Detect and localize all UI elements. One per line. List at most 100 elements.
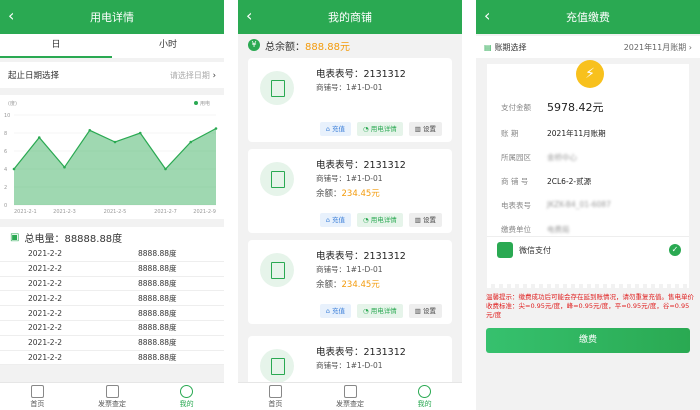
field-value-amount: 5978.42元 xyxy=(547,101,604,114)
recharge-button[interactable]: ⌂ 充值 xyxy=(319,122,352,136)
yen-icon: ¥ xyxy=(248,39,260,51)
header: ‹ 用电详情 xyxy=(0,0,224,34)
field-label-unit: 缴费单位 xyxy=(501,225,531,234)
data-point xyxy=(189,140,193,144)
screen-recharge: ‹ 充值缴费 ▤ 账期选择 2021年11月账期 › ⚡ 支付金额 5978.42… xyxy=(476,0,700,410)
tabbar-invoice-label: 发票查定 xyxy=(98,399,126,408)
usage-detail-button[interactable]: ◔ 用电详情 xyxy=(357,122,403,136)
tabbar-invoice[interactable]: 发票查定 xyxy=(75,383,150,410)
shop-balance-label: 余额： xyxy=(316,280,342,290)
meter-icon xyxy=(260,71,294,105)
invoice-icon xyxy=(343,384,357,398)
tabbar-invoice[interactable]: 发票查定 xyxy=(313,383,388,410)
pay-button[interactable]: 缴费 xyxy=(486,328,690,353)
table-row: 2021-2-2 8888.88度 xyxy=(0,321,224,336)
field-value-unit: 电费局 xyxy=(547,225,570,234)
tabbar-home[interactable]: 首页 xyxy=(238,383,313,410)
period-label: 账期选择 xyxy=(494,42,527,52)
meter-icon xyxy=(260,162,294,196)
row-date: 2021-2-2 xyxy=(28,278,63,288)
tab-hour[interactable]: 小时 xyxy=(112,34,224,58)
shop-balance: 余额：234.45元 xyxy=(316,187,380,199)
row-value: 8888.88度 xyxy=(138,249,177,259)
meter-icon xyxy=(260,253,294,287)
usage-detail-label: 用电详情 xyxy=(370,125,397,133)
check-icon: ✓ xyxy=(669,244,681,256)
shop-card[interactable]: 电表表号：2131312 商铺号：1#1-D-01 ⌂ 充值 ◔ 用电详情 ▥ 设置 xyxy=(248,58,452,142)
row-value: 8888.88度 xyxy=(138,278,177,288)
meter-number: 电表表号：2131312 xyxy=(316,251,406,262)
usage-detail-button[interactable]: ◔ 用电详情 xyxy=(357,213,403,227)
x-tick-label: 2021-2-5 xyxy=(104,209,127,215)
recharge-label: 充值 xyxy=(332,125,346,133)
data-point xyxy=(113,140,117,144)
lightning-icon: ⚡ xyxy=(576,60,604,88)
field-label-amount: 支付金额 xyxy=(501,103,531,112)
meter-number: 电表表号：2131312 xyxy=(316,69,406,80)
row-value: 8888.88度 xyxy=(138,323,177,333)
tab-bar: 日 小时 xyxy=(0,34,224,58)
page-title: 用电详情 xyxy=(90,11,134,24)
settings-label: 设置 xyxy=(423,307,436,315)
row-date: 2021-2-2 xyxy=(28,249,63,259)
card-actions: ⌂ 充值 ◔ 用电详情 ▥ 设置 xyxy=(248,213,452,227)
payment-receipt: ⚡ 支付金额 5978.42元 账 期 2021年11月账期 所属园区 金桥中心… xyxy=(487,60,689,288)
back-icon[interactable]: ‹ xyxy=(246,6,252,25)
field-value-park: 金桥中心 xyxy=(547,153,577,162)
wechat-pay-option[interactable]: 微信支付 ✓ xyxy=(487,242,689,258)
data-point xyxy=(37,136,41,139)
data-point xyxy=(12,167,16,171)
settings-button[interactable]: ▥ 设置 xyxy=(408,213,442,227)
usage-detail-button[interactable]: ◔ 用电详情 xyxy=(357,304,403,318)
back-icon[interactable]: ‹ xyxy=(484,6,490,25)
chevron-right-icon: › xyxy=(688,42,692,52)
tabbar-mine[interactable]: 我的 xyxy=(387,383,462,410)
table-row: 2021-2-2 8888.88度 xyxy=(0,262,224,277)
user-icon xyxy=(418,384,432,398)
row-value: 8888.88度 xyxy=(138,293,177,303)
usage-chart: (度) 用电 0 2 4 6 8 10 2021-2-1 2021-2-3 2021-2-5 2021… xyxy=(0,95,224,219)
recharge-button[interactable]: ⌂ 充值 xyxy=(319,304,352,318)
date-placeholder: 请选择日期 xyxy=(169,70,210,80)
recharge-label: 充值 xyxy=(332,307,346,315)
page-title: 我的商铺 xyxy=(328,11,372,24)
tabbar-mine-label: 我的 xyxy=(179,399,194,408)
table-row: 2021-2-2 8888.88度 xyxy=(0,291,224,307)
tab-day[interactable]: 日 xyxy=(0,34,112,58)
shop-number: 商铺号：1#1-D-01 xyxy=(316,83,383,92)
shop-balance-value: 234.45元 xyxy=(341,280,380,290)
y-tick-label: 2 xyxy=(4,185,7,191)
calendar-icon: ▤ xyxy=(484,42,492,52)
field-label-park: 所属园区 xyxy=(501,153,531,162)
row-date: 2021-2-2 xyxy=(28,352,63,362)
settings-button[interactable]: ▥ 设置 xyxy=(408,304,442,318)
payment-notice: 温馨提示：缴费成功后可能会存在延到账情况，请勿重复充值。售电单价收费标准：尖=0… xyxy=(486,293,694,319)
usage-detail-label: 用电详情 xyxy=(370,307,397,315)
tabbar-mine[interactable]: 我的 xyxy=(149,383,224,410)
invoice-icon xyxy=(105,384,119,398)
recharge-button[interactable]: ⌂ 充值 xyxy=(319,213,352,227)
y-tick-label: 10 xyxy=(4,113,10,119)
series-area xyxy=(14,128,216,205)
y-tick-label: 6 xyxy=(4,149,7,155)
date-range-picker[interactable]: 起止日期选择 请选择日期 › xyxy=(0,62,224,88)
period-value: 2021年11月账期 xyxy=(623,42,687,52)
settings-button[interactable]: ▥ 设置 xyxy=(408,122,442,136)
shop-card[interactable]: 电表表号：2131312 商铺号：1#1-D-01 余额：234.45元 ⌂ 充值 ◔ … xyxy=(248,149,452,233)
data-point xyxy=(214,127,218,130)
home-icon xyxy=(30,384,44,398)
data-point xyxy=(88,129,92,132)
tabbar-home[interactable]: 首页 xyxy=(0,383,75,410)
shop-card[interactable]: 电表表号：2131312 商铺号：1#1-D-01 余额：234.45元 ⌂ 充值 ◔ … xyxy=(248,240,452,324)
meter-number: 电表表号：2131312 xyxy=(316,160,406,171)
back-icon[interactable]: ‹ xyxy=(8,6,14,25)
y-tick-label: 0 xyxy=(4,203,7,209)
table-row: 2021-2-2 8888.88度 xyxy=(0,336,224,351)
row-date: 2021-2-2 xyxy=(28,338,63,348)
usage-detail-label: 用电详情 xyxy=(370,216,397,224)
row-date: 2021-2-2 xyxy=(28,323,63,333)
page-title: 充值缴费 xyxy=(566,11,610,24)
y-tick-label: 4 xyxy=(4,167,7,173)
period-picker[interactable]: ▤ 账期选择 2021年11月账期 › xyxy=(476,36,700,58)
header: ‹ 充值缴费 xyxy=(476,0,700,34)
